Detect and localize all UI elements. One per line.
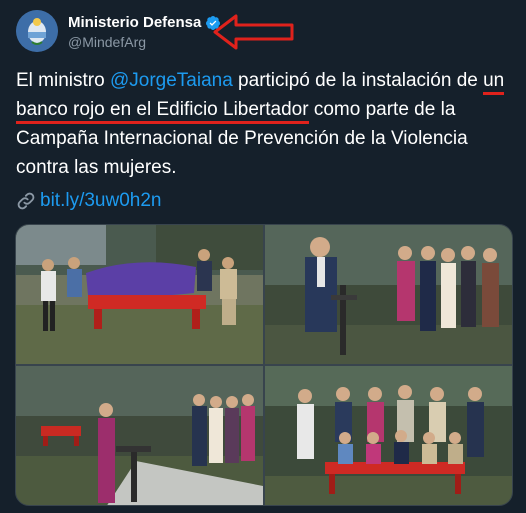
photo-woman-speaking[interactable] xyxy=(16,366,263,505)
tweet-header: Ministerio Defensa @MindefArg xyxy=(16,10,516,54)
author-names: Ministerio Defensa @MindefArg xyxy=(68,14,221,50)
link-icon xyxy=(17,192,35,210)
tweet-text-part2: participó de la instalación de xyxy=(232,70,484,91)
short-link-text[interactable]: bit.ly/3uw0h2n xyxy=(40,190,161,212)
red-arrow-annotation xyxy=(213,14,294,50)
tweet-text: El ministro @JorgeTaiana participó de la… xyxy=(16,66,516,182)
author-display-name[interactable]: Ministerio Defensa xyxy=(68,14,201,31)
photo-minister-speaking[interactable] xyxy=(265,225,512,364)
photo-group-on-bench[interactable] xyxy=(265,366,512,505)
mention-link[interactable]: @JorgeTaiana xyxy=(110,70,233,91)
tweet-text-part1: El ministro xyxy=(16,70,110,91)
short-link[interactable]: bit.ly/3uw0h2n xyxy=(16,190,161,212)
coat-of-arms-icon xyxy=(16,10,58,52)
media-grid xyxy=(15,224,513,506)
author-handle[interactable]: @MindefArg xyxy=(68,34,221,50)
photo-unveiling-bench[interactable] xyxy=(16,225,263,364)
author-avatar[interactable] xyxy=(16,10,58,52)
